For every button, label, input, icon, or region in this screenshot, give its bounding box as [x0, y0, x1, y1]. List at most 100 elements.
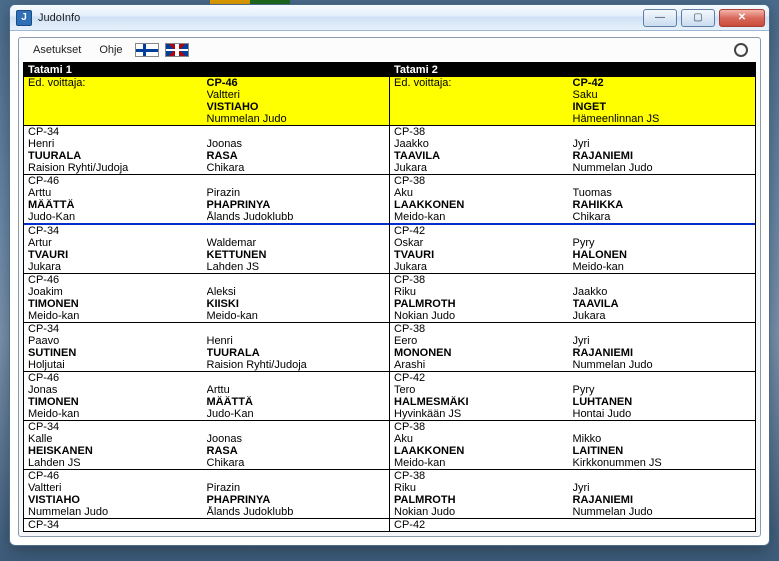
fighter-b-first: Mikko: [573, 433, 752, 445]
fighter-a-club: Lahden JS: [28, 457, 207, 469]
winner-category: CP-46: [207, 77, 386, 89]
match-block: CP-46ValtteriPirazinVISTIAHOPHAPRINYANum…: [24, 470, 389, 519]
fighter-a-first: Henri: [28, 138, 207, 150]
fighter-b-first: Henri: [207, 335, 386, 347]
menu-help[interactable]: Ohje: [93, 42, 128, 58]
fighter-a-first: Artur: [28, 531, 207, 532]
fighter-a-first: Oskar: [394, 237, 573, 249]
match-category: CP-42: [394, 225, 573, 237]
fighter-b-club: Chikara: [207, 162, 386, 174]
fighter-a-last: SUTINEN: [28, 347, 207, 359]
fighter-a-last: VISTIAHO: [28, 494, 207, 506]
uk-flag-icon[interactable]: [165, 43, 189, 57]
match-block: CP-46JonasArttuTIMONENMÄÄTTÄMeido-kanJud…: [24, 372, 389, 421]
match-block: CP-38AkuTuomasLAAKKONENRAHIKKAMeido-kanC…: [390, 175, 755, 225]
tatami-column: Tatami 1Ed. voittaja:CP-46ValtteriVISTIA…: [24, 63, 389, 531]
fighter-a-club: Hyvinkään JS: [394, 408, 573, 420]
fighter-b-first: Jaakko: [573, 286, 752, 298]
fighter-b-club: Ålands Judoklubb: [207, 211, 386, 223]
winner-label: Ed. voittaja:: [28, 77, 207, 89]
fighter-b-first: Pirazin: [207, 482, 386, 494]
window-title: JudoInfo: [38, 12, 80, 24]
fighter-b-first: Aleksi: [207, 286, 386, 298]
fighter-a-first: Jaakko: [394, 138, 573, 150]
fighter-a-first: Riku: [394, 482, 573, 494]
match-grid: Tatami 1Ed. voittaja:CP-46ValtteriVISTIA…: [23, 62, 756, 532]
fighter-b-first: Henri: [207, 531, 386, 532]
match-category: CP-34: [28, 519, 207, 531]
fighter-a-club: Judo-Kan: [28, 211, 207, 223]
column-header: Tatami 1: [24, 63, 389, 77]
match-block: CP-34KalleJoonasHEISKANENRASALahden JSCh…: [24, 421, 389, 470]
fighter-b-last: RAHIKKA: [573, 199, 752, 211]
match-category: CP-38: [394, 175, 573, 187]
fighter-b-first: Jyri: [573, 335, 752, 347]
fighter-a-club: Nokian Judo: [394, 310, 573, 322]
fighter-a-first: Joakim: [28, 286, 207, 298]
fighter-a-club: Holjutai: [28, 359, 207, 371]
fighter-a-last: TVAURI: [394, 249, 573, 261]
match-category: CP-46: [28, 274, 207, 286]
fighter-a-last: MONONEN: [394, 347, 573, 359]
maximize-button[interactable]: ▢: [681, 9, 715, 27]
fighter-b-first: Pyry: [573, 237, 752, 249]
match-block: CP-34HenriJoonasTUURALARASARaision Ryhti…: [24, 126, 389, 175]
winner-last: INGET: [573, 101, 752, 113]
match-category: CP-46: [28, 470, 207, 482]
fighter-b-club: Raision Ryhti/Judoja: [207, 359, 386, 371]
match-block: CP-42TeroPyryHALMESMÄKILUHTANENHyvinkään…: [390, 372, 755, 421]
fighter-a-first: Paavo: [28, 335, 207, 347]
fighter-a-club: Nokian Judo: [394, 506, 573, 518]
fighter-b-last: MÄÄTTÄ: [207, 396, 386, 408]
fighter-b-first: Joonas: [207, 138, 386, 150]
fighter-a-first: Valtteri: [28, 482, 207, 494]
fighter-a-first: Anniina: [394, 531, 573, 532]
fighter-b-last: PHAPRINYA: [207, 494, 386, 506]
fighter-a-club: Meido-kan: [394, 211, 573, 223]
winner-category: CP-42: [573, 77, 752, 89]
match-category: CP-38: [394, 323, 573, 335]
fighter-b-club: Nummelan Judo: [573, 162, 752, 174]
fighter-b-first: Arttu: [207, 384, 386, 396]
match-category: CP-38: [394, 470, 573, 482]
fighter-b-last: RASA: [207, 150, 386, 162]
match-block: CP-34ArturHenriTVAURIMÄÄTTÄJukaraJudo-Ka…: [24, 519, 389, 532]
fighter-b-last: TAAVILA: [573, 298, 752, 310]
fighter-b-club: Chikara: [573, 211, 752, 223]
fighter-a-last: LAAKKONEN: [394, 445, 573, 457]
fighter-b-last: RAJANIEMI: [573, 494, 752, 506]
fighter-b-club: Jukara: [573, 310, 752, 322]
close-button[interactable]: ✕: [719, 9, 765, 27]
match-block: CP-46JoakimAleksiTIMONENKIISKIMeido-kanM…: [24, 274, 389, 323]
fighter-a-club: Meido-kan: [28, 310, 207, 322]
fighter-b-last: TUURALA: [207, 347, 386, 359]
fighter-b-club: Judo-Kan: [207, 408, 386, 420]
menu-settings[interactable]: Asetukset: [27, 42, 87, 58]
fighter-a-first: Riku: [394, 286, 573, 298]
fighter-b-last: LUHTANEN: [573, 396, 752, 408]
fighter-b-first: Jyri: [573, 138, 752, 150]
fighter-a-last: TIMONEN: [28, 396, 207, 408]
status-indicator-icon: [734, 43, 748, 57]
fighter-a-last: HALMESMÄKI: [394, 396, 573, 408]
fighter-b-first: Pyry: [573, 384, 752, 396]
fighter-b-club: Meido-kan: [207, 310, 386, 322]
fighter-b-club: Meido-kan: [573, 261, 752, 273]
minimize-button[interactable]: —: [643, 9, 677, 27]
match-block: CP-42AnniinaFredrikJOKINENODENBORGNummel…: [390, 519, 755, 532]
titlebar[interactable]: J JudoInfo — ▢ ✕: [10, 5, 769, 31]
fighter-a-club: Jukara: [28, 261, 207, 273]
match-category: CP-38: [394, 126, 573, 138]
fighter-b-first: Joonas: [207, 433, 386, 445]
fighter-a-first: Jonas: [28, 384, 207, 396]
finnish-flag-icon[interactable]: [135, 43, 159, 57]
fighter-b-last: RAJANIEMI: [573, 347, 752, 359]
fighter-b-club: Kirkkonummen JS: [573, 457, 752, 469]
match-block: CP-38RikuJyriPALMROTHRAJANIEMINokian Jud…: [390, 470, 755, 519]
fighter-b-club: Nummelan Judo: [573, 506, 752, 518]
fighter-a-last: MÄÄTTÄ: [28, 199, 207, 211]
fighter-a-last: LAAKKONEN: [394, 199, 573, 211]
match-block: CP-38JaakkoJyriTAAVILARAJANIEMIJukaraNum…: [390, 126, 755, 175]
winner-last: VISTIAHO: [207, 101, 386, 113]
fighter-b-last: HALONEN: [573, 249, 752, 261]
